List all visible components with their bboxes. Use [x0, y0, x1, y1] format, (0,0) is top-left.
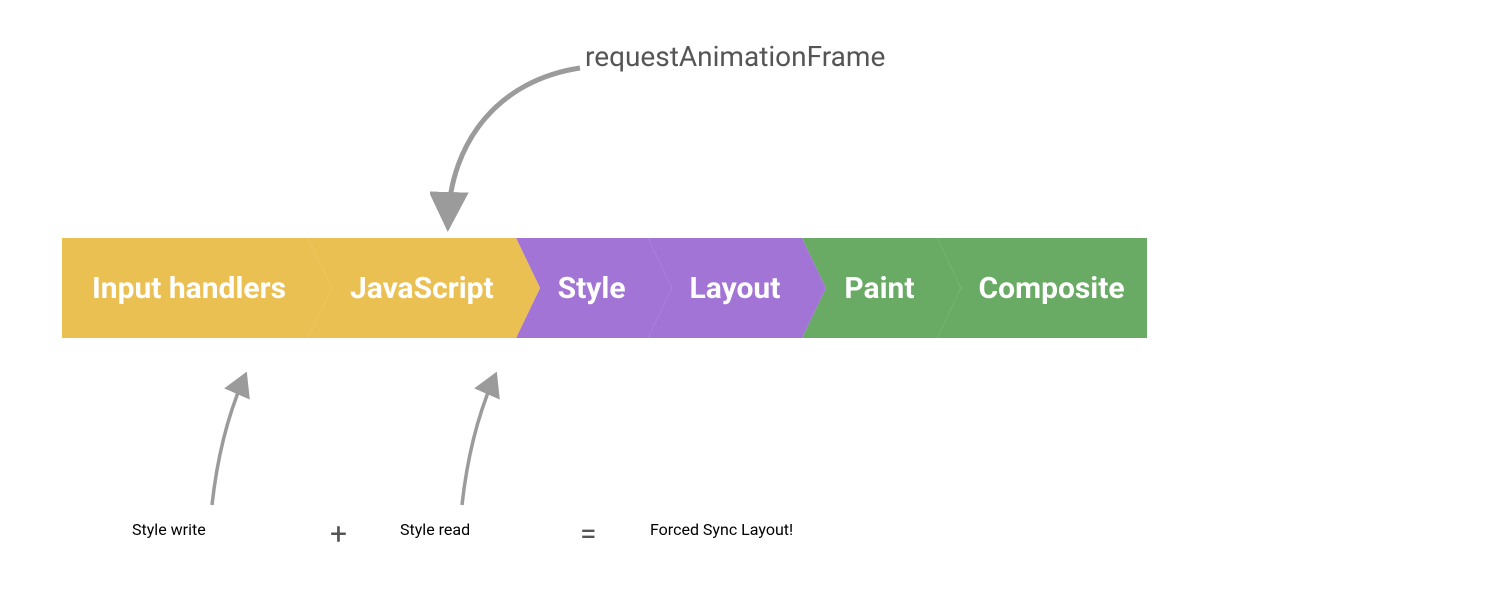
step-label: Layout — [690, 271, 781, 306]
style-write-arrow-icon — [200, 370, 280, 510]
chevron-right-icon — [937, 238, 961, 338]
step-label: JavaScript — [350, 271, 494, 306]
forced-sync-layout-label: Forced Sync Layout! — [650, 520, 793, 539]
step-label: Input handlers — [92, 271, 286, 306]
chevron-right-icon — [648, 238, 672, 338]
step-label: Style — [558, 271, 626, 306]
step-composite: Composite — [937, 238, 1147, 338]
step-label: Composite — [979, 271, 1125, 306]
plus-symbol: + — [330, 517, 347, 552]
raf-arrow-icon — [430, 50, 600, 240]
equals-symbol: = — [580, 517, 596, 552]
style-read-label: Style read — [400, 520, 470, 539]
style-read-arrow-icon — [450, 370, 530, 510]
style-write-label: Style write — [132, 520, 206, 539]
chevron-right-icon — [802, 238, 826, 338]
step-input-handlers: Input handlers — [62, 238, 308, 338]
chevron-right-icon — [516, 238, 540, 338]
chevron-right-icon — [308, 238, 332, 338]
rendering-pipeline: Input handlers JavaScript Style Layout P… — [62, 238, 1147, 338]
step-javascript: JavaScript — [308, 238, 516, 338]
step-label: Paint — [844, 271, 914, 306]
raf-label: requestAnimationFrame — [585, 40, 885, 73]
